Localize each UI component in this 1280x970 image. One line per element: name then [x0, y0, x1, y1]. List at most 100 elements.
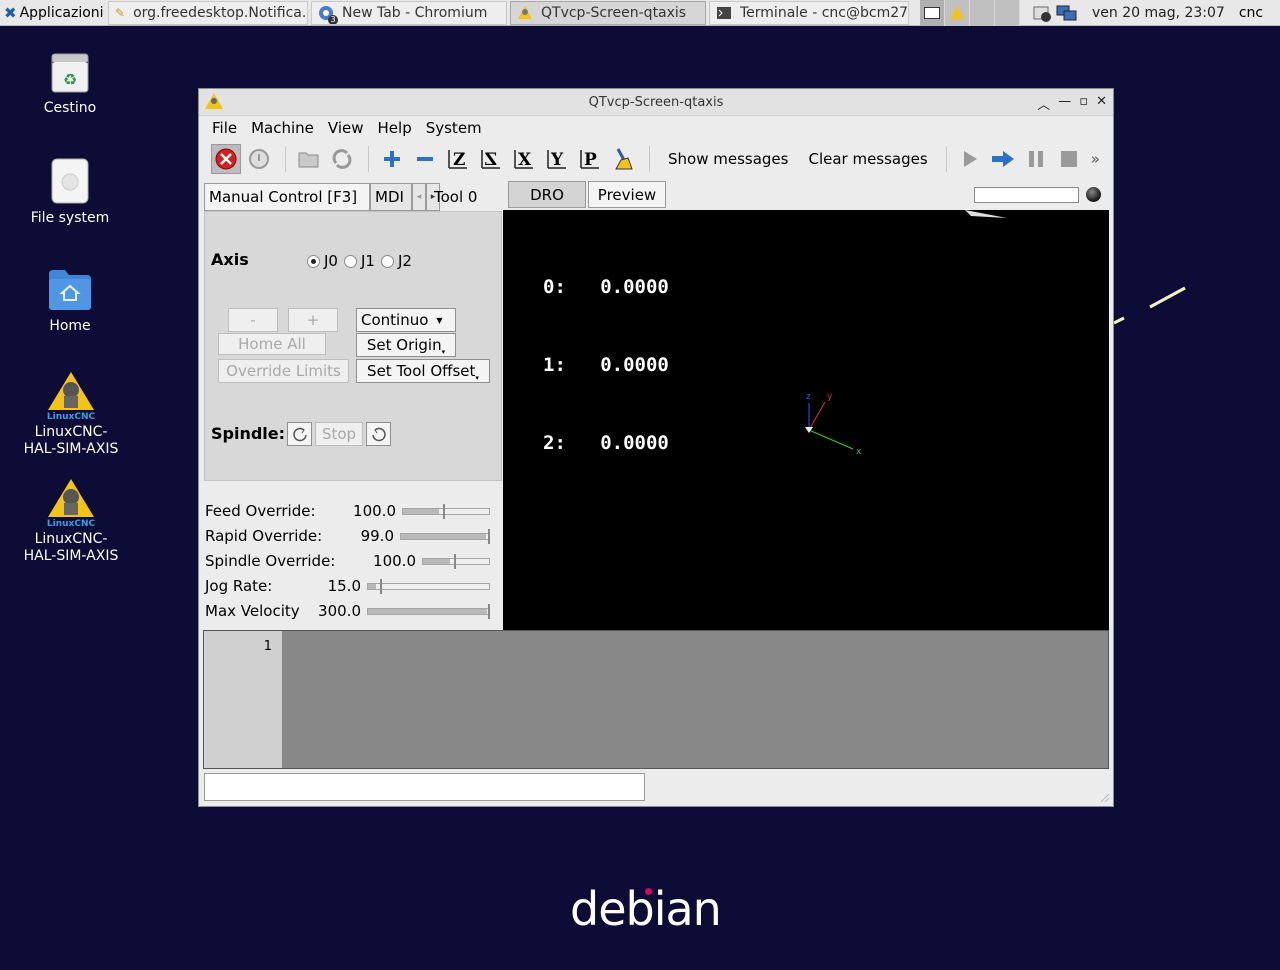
workspace-4[interactable]	[995, 0, 1020, 26]
override-slider[interactable]	[400, 529, 490, 544]
axis-radio-j0[interactable]: J0	[307, 252, 338, 270]
menu-view[interactable]: View	[321, 119, 371, 137]
set-origin-button[interactable]: Set Origin ▾	[356, 333, 456, 357]
jog-mode-select[interactable]: Continuo ▼	[356, 308, 456, 332]
notification-icon[interactable]	[1032, 3, 1052, 23]
override-slider[interactable]	[402, 504, 490, 519]
status-led	[1086, 187, 1101, 202]
network-icon[interactable]	[1056, 3, 1078, 23]
gcode-editor[interactable]: 1	[203, 630, 1109, 769]
view-z-button[interactable]: Z	[443, 144, 473, 174]
workspace-1[interactable]	[920, 0, 945, 26]
close-button[interactable]: ✕	[1096, 94, 1107, 113]
zoom-out-button[interactable]	[410, 144, 440, 174]
desktop-icon-filesystem[interactable]: File system	[10, 158, 130, 226]
manual-control-panel: Axis J0 J1 J2 - + Continuo ▼ Home All Se…	[204, 211, 502, 481]
override-limits-button[interactable]: Override Limits	[218, 359, 349, 383]
shade-button[interactable]: ︿	[1037, 94, 1050, 113]
task-notifications[interactable]: ✎ org.freedesktop.Notifica...	[108, 0, 308, 25]
slider-handle[interactable]	[488, 529, 490, 544]
axis-radio-j1[interactable]: J1	[343, 252, 375, 270]
applications-menu[interactable]: ✖ Applicazioni	[0, 0, 108, 26]
axis-radio-j2[interactable]: J2	[380, 252, 412, 270]
resize-grip-icon[interactable]	[1100, 793, 1110, 803]
jog-plus-button[interactable]: +	[288, 308, 338, 332]
dro-row: 1: 0.0000	[543, 352, 669, 378]
desktop-icon-linuxcnc-2[interactable]: LinuxCNC LinuxCNC- HAL-SIM-AXIS	[11, 477, 131, 565]
desktop-icon-trash[interactable]: ♻ Cestino	[10, 50, 130, 116]
svg-text:♻: ♻	[63, 70, 77, 89]
home-folder-icon	[47, 266, 93, 312]
jog-minus-button[interactable]: -	[228, 308, 278, 332]
menu-indicator-icon: ▾	[475, 374, 479, 382]
tab-tool[interactable]: Tool 0	[430, 183, 481, 211]
maximize-button[interactable]: ▫	[1079, 94, 1088, 113]
home-all-button[interactable]: Home All	[218, 333, 326, 355]
step-button[interactable]	[988, 144, 1018, 174]
menu-file[interactable]: File	[205, 119, 244, 137]
window-titlebar[interactable]: QTvcp-Screen-qtaxis ︿ — ▫ ✕	[199, 89, 1113, 116]
xfce-icon: ✖	[4, 3, 17, 22]
stop-button[interactable]	[1054, 144, 1084, 174]
minimize-button[interactable]: —	[1058, 94, 1071, 113]
menu-system[interactable]: System	[419, 119, 489, 137]
clear-plot-button[interactable]	[608, 144, 638, 174]
tab-manual-control[interactable]: Manual Control [F3]	[204, 183, 370, 211]
desktop-icon-home[interactable]: Home	[10, 266, 130, 334]
view-x-button[interactable]: X	[509, 144, 539, 174]
machine-power-button[interactable]	[244, 144, 274, 174]
override-slider[interactable]	[367, 604, 490, 619]
run-button[interactable]	[955, 144, 985, 174]
view-p-button[interactable]: P	[575, 144, 605, 174]
slider-handle[interactable]	[380, 579, 382, 594]
stop-icon	[1060, 151, 1077, 167]
reload-button[interactable]	[327, 144, 357, 174]
estop-button[interactable]	[211, 144, 241, 174]
spindle-forward-button[interactable]	[366, 422, 391, 446]
tab-scroll-left-button[interactable]: ◂	[412, 183, 426, 211]
slider-fill	[368, 584, 376, 589]
set-tool-offset-button[interactable]: Set Tool Offset ▾	[356, 359, 490, 383]
slider-handle[interactable]	[454, 554, 456, 569]
gcode-preview[interactable]: 0: 0.0000 1: 0.0000 2: 0.0000 z y x	[503, 210, 1109, 631]
view-z2-button[interactable]: Z	[476, 144, 506, 174]
show-messages-button[interactable]: Show messages	[658, 150, 798, 168]
tab-dro[interactable]: DRO	[508, 181, 586, 208]
desktop-icon-linuxcnc-1[interactable]: LinuxCNC LinuxCNC- HAL-SIM-AXIS	[11, 370, 131, 458]
slider-handle[interactable]	[488, 604, 490, 619]
mdi-command-input[interactable]	[204, 773, 645, 801]
workspace-2[interactable]	[945, 0, 970, 26]
slider-row: Rapid Override: 99.0	[204, 526, 502, 546]
toolbar-overflow-button[interactable]: »	[1091, 150, 1100, 168]
task-qtvcp[interactable]: QTvcp-Screen-qtaxis	[510, 0, 706, 25]
toolbar: Z Z X Y P Show messages Clear messages »	[199, 140, 1113, 178]
task-label: org.freedesktop.Notifica...	[133, 4, 308, 21]
svg-text:Z: Z	[453, 150, 465, 170]
tab-preview[interactable]: Preview	[588, 181, 666, 208]
linuxcnc-icon	[950, 5, 964, 19]
open-file-button[interactable]	[294, 144, 324, 174]
zoom-in-button[interactable]	[377, 144, 407, 174]
override-sliders: Feed Override: 100.0 Rapid Override: 99.0 Sp…	[204, 493, 502, 641]
user-menu[interactable]: cnc	[1239, 5, 1263, 21]
slider-handle[interactable]	[443, 504, 445, 519]
override-slider[interactable]	[422, 554, 490, 569]
task-terminal[interactable]: Terminale - cnc@bcm27...	[709, 0, 909, 25]
menu-help[interactable]: Help	[371, 119, 419, 137]
override-slider[interactable]	[367, 579, 490, 594]
task-label: New Tab - Chromium	[342, 4, 488, 21]
spindle-stop-button[interactable]: Stop	[315, 422, 363, 446]
folder-open-icon	[298, 152, 319, 168]
linuxcnc-icon: LinuxCNC	[44, 477, 98, 529]
slider-value: 300.0	[318, 602, 361, 620]
clear-messages-button[interactable]: Clear messages	[798, 150, 937, 168]
task-chromium[interactable]: 3 New Tab - Chromium	[311, 0, 507, 25]
workspace-3[interactable]	[970, 0, 995, 26]
trash-icon: ♻	[50, 50, 90, 94]
view-y-button[interactable]: Y	[542, 144, 572, 174]
menu-machine[interactable]: Machine	[244, 119, 321, 137]
clock[interactable]: ven 20 mag, 23:07	[1092, 5, 1225, 21]
pause-button[interactable]	[1021, 144, 1051, 174]
tab-mdi[interactable]: MDI	[370, 183, 412, 211]
spindle-reverse-button[interactable]	[287, 422, 312, 446]
